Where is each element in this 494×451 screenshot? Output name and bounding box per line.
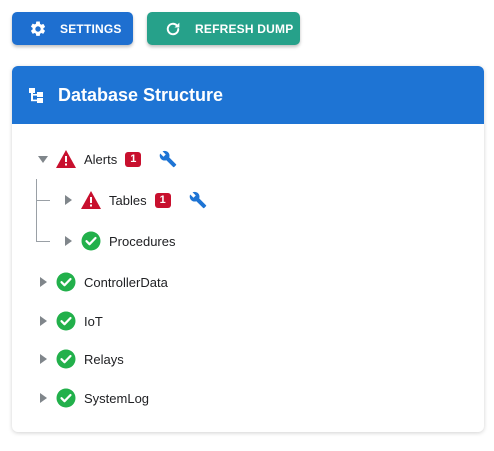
settings-button-label: SETTINGS [60,21,122,36]
refresh-icon [163,19,183,39]
warning-triangle-icon [81,190,101,210]
caret-right-icon[interactable] [63,236,73,246]
caret-right-icon[interactable] [38,316,48,326]
toolbar: SETTINGS REFRESH DUMP [12,12,300,45]
tree-guide-branch [36,200,50,201]
tree-node-controllerdata[interactable]: ControllerData [38,271,168,293]
tree-node-label[interactable]: Tables [109,193,147,208]
count-badge: 1 [154,192,171,208]
panel-title: Database Structure [58,84,224,105]
gear-icon [28,19,48,39]
caret-right-icon[interactable] [38,354,48,364]
check-circle-icon [81,231,101,251]
count-badge: 1 [125,151,142,167]
wrench-icon[interactable] [189,191,207,209]
caret-down-icon[interactable] [38,154,48,164]
tree-node-label[interactable]: IoT [84,314,103,329]
tree-node-label[interactable]: Alerts [84,152,117,167]
tree-guide-branch [36,241,50,242]
tree-node-systemlog[interactable]: SystemLog [38,387,149,409]
check-circle-icon [56,311,76,331]
caret-right-icon[interactable] [38,393,48,403]
caret-right-icon[interactable] [63,195,73,205]
tree-node-label[interactable]: SystemLog [84,391,149,406]
tree-node-relays[interactable]: Relays [38,348,124,370]
tree-node-procedures[interactable]: Procedures [63,230,175,252]
caret-right-icon[interactable] [38,277,48,287]
refresh-dump-button-label: REFRESH DUMP [195,21,294,36]
check-circle-icon [56,388,76,408]
warning-triangle-icon [56,149,76,169]
tree-node-label[interactable]: Relays [84,352,124,367]
settings-button[interactable]: SETTINGS [12,12,133,45]
tree-node-alerts[interactable]: Alerts 1 [38,148,177,170]
wrench-icon[interactable] [159,150,177,168]
refresh-dump-button[interactable]: REFRESH DUMP [147,12,300,45]
check-circle-icon [56,272,76,292]
tree-node-label[interactable]: ControllerData [84,275,168,290]
tree-node-label[interactable]: Procedures [109,234,175,249]
tree-structure-icon [28,86,46,104]
check-circle-icon [56,349,76,369]
panel-header: Database Structure [12,66,484,124]
tree-node-tables[interactable]: Tables 1 [63,189,207,211]
tree-node-iot[interactable]: IoT [38,310,103,332]
tree-guide-line [36,179,37,241]
